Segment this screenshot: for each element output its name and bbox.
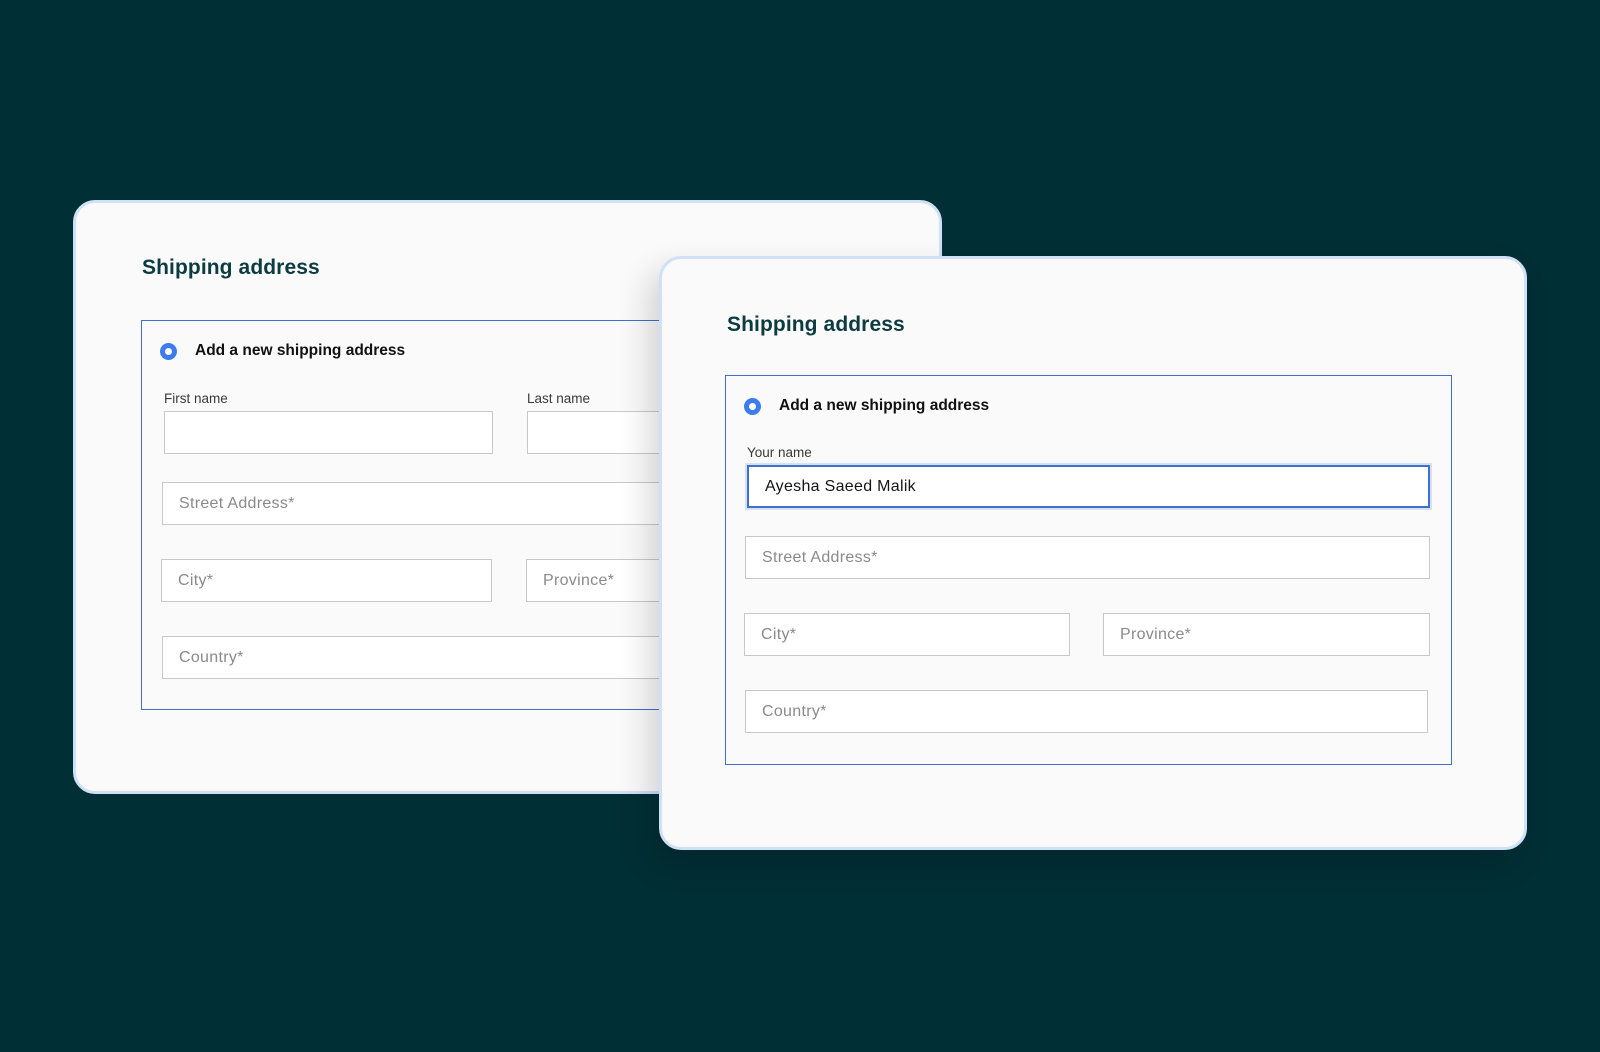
new-address-option[interactable]: Add a new shipping address xyxy=(160,342,405,360)
shipping-card-front: Shipping address Add a new shipping addr… xyxy=(659,256,1527,850)
your-name-field[interactable]: Ayesha Saeed Malik xyxy=(747,465,1430,508)
address-option-box: Add a new shipping address Your name Aye… xyxy=(725,375,1452,765)
card-title: Shipping address xyxy=(727,313,905,336)
city-field[interactable]: City* xyxy=(161,559,492,602)
new-address-option[interactable]: Add a new shipping address xyxy=(744,397,989,415)
option-label: Add a new shipping address xyxy=(195,342,406,359)
option-label: Add a new shipping address xyxy=(779,397,990,414)
your-name-label: Your name xyxy=(747,445,812,460)
city-field[interactable]: City* xyxy=(744,613,1070,656)
country-field[interactable]: Country* xyxy=(745,690,1428,733)
street-address-field[interactable]: Street Address* xyxy=(745,536,1430,579)
card-title: Shipping address xyxy=(142,256,320,279)
radio-selected-icon[interactable] xyxy=(744,397,761,415)
radio-selected-icon[interactable] xyxy=(160,342,177,360)
first-name-label: First name xyxy=(164,391,228,406)
province-field[interactable]: Province* xyxy=(1103,613,1430,656)
first-name-field[interactable] xyxy=(164,411,493,454)
last-name-label: Last name xyxy=(527,391,591,406)
